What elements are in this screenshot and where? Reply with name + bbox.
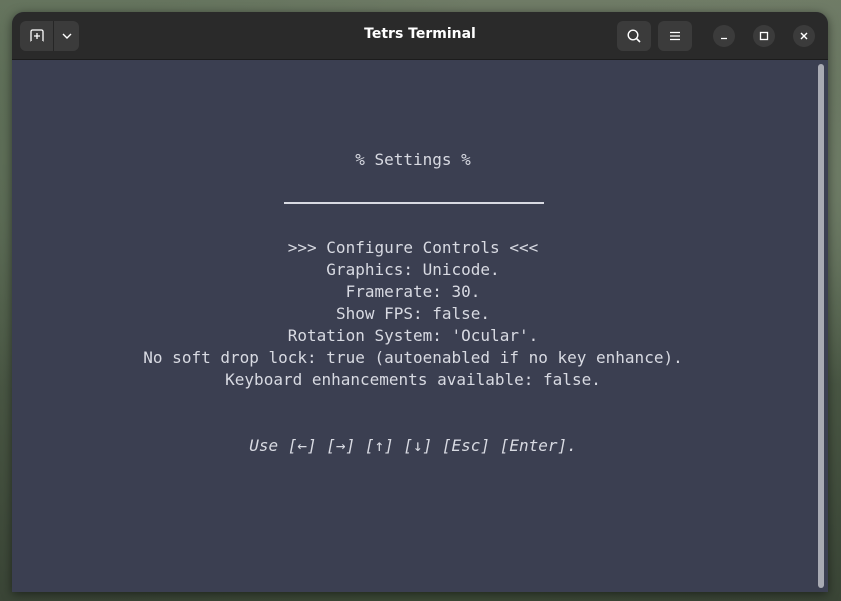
settings-header: % Settings % [355, 150, 471, 169]
menu-item-soft-drop-lock[interactable]: No soft drop lock: true (autoenabled if … [12, 348, 814, 368]
hamburger-menu-icon [670, 31, 680, 41]
terminal-window: Tetrs Terminal % Settings % >>> Configur… [12, 12, 828, 592]
menu-item-rotation-system[interactable]: Rotation System: 'Ocular'. [12, 326, 814, 346]
menu-item-show-fps[interactable]: Show FPS: false. [12, 304, 814, 324]
minimize-icon [721, 37, 727, 40]
menu-item-framerate[interactable]: Framerate: 30. [12, 282, 814, 302]
close-button[interactable] [793, 25, 815, 47]
menu-item-keyboard-enhancements[interactable]: Keyboard enhancements available: false. [12, 370, 814, 390]
maximize-button[interactable] [753, 25, 775, 47]
menu-item-graphics[interactable]: Graphics: Unicode. [12, 260, 814, 280]
close-icon [800, 32, 808, 40]
header-divider [284, 202, 544, 204]
controls-hint: Use [←] [→] [↑] [↓] [Esc] [Enter]. [249, 436, 577, 455]
window-title: Tetrs Terminal [364, 26, 476, 42]
search-icon [627, 29, 641, 43]
scrollbar[interactable] [818, 64, 824, 588]
maximize-icon [759, 31, 769, 41]
selected-menu-item[interactable]: >>> Configure Controls <<< [12, 238, 814, 258]
terminal-area[interactable]: % Settings % >>> Configure Controls <<< … [12, 60, 828, 592]
title-bar: Tetrs Terminal [12, 12, 828, 60]
search-button[interactable] [617, 21, 651, 51]
menu-button[interactable] [658, 21, 692, 51]
minimize-button[interactable] [713, 25, 735, 47]
